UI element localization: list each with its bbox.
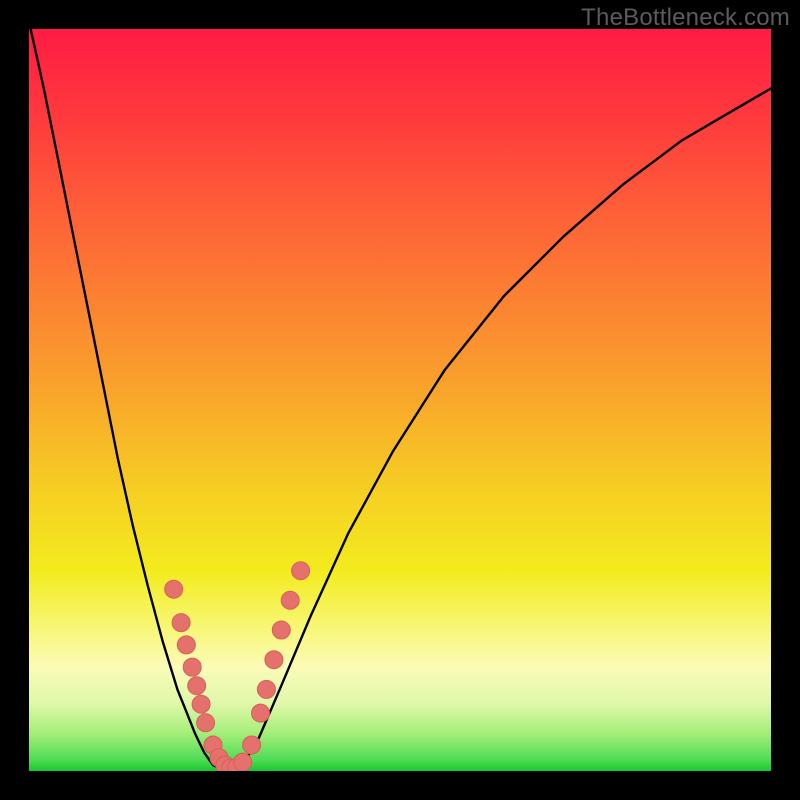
- chart-frame: TheBottleneck.com: [0, 0, 800, 800]
- watermark-text: TheBottleneck.com: [581, 4, 790, 32]
- marker-dot: [243, 736, 261, 754]
- marker-dot: [192, 695, 210, 713]
- marker-dot: [188, 677, 206, 695]
- marker-dot: [252, 704, 270, 722]
- marker-dots: [165, 562, 310, 771]
- marker-dot: [183, 658, 201, 676]
- marker-dot: [292, 562, 310, 580]
- marker-dot: [281, 591, 299, 609]
- curve-path: [29, 29, 771, 770]
- marker-dot: [257, 680, 275, 698]
- curve-layer: [29, 29, 771, 771]
- plot-area: [29, 29, 771, 771]
- marker-dot: [197, 714, 215, 732]
- marker-dot: [172, 614, 190, 632]
- bottleneck-curve: [29, 29, 771, 770]
- marker-dot: [165, 580, 183, 598]
- marker-dot: [272, 621, 290, 639]
- marker-dot: [177, 636, 195, 654]
- marker-dot: [265, 651, 283, 669]
- marker-dot: [234, 753, 252, 771]
